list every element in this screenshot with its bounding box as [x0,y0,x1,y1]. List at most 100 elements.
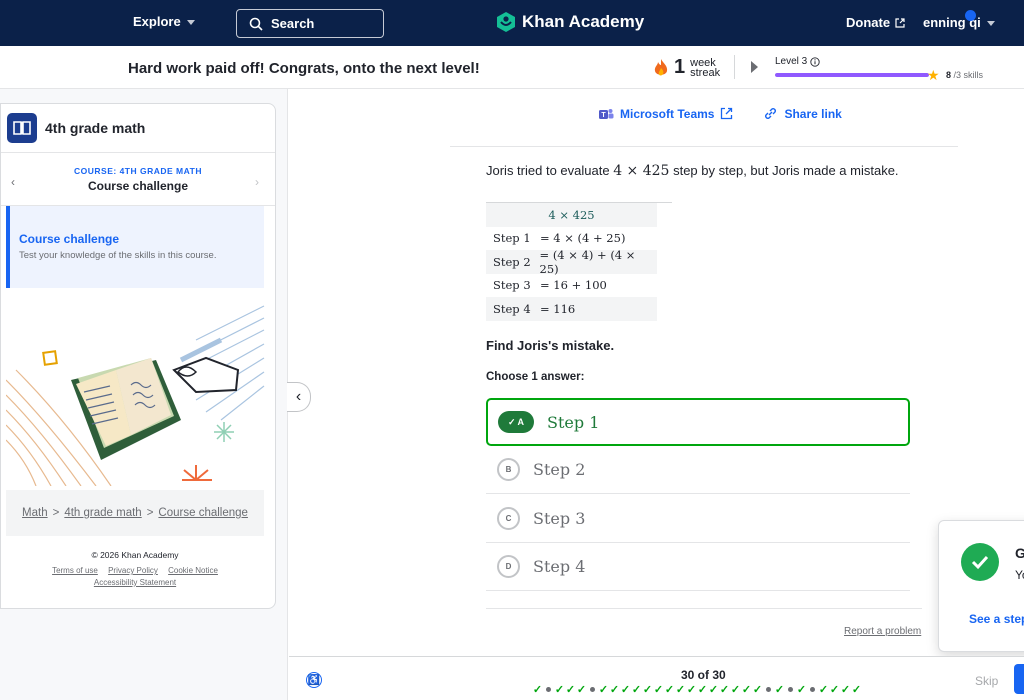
check-circle-icon [961,543,999,581]
chevron-down-icon [986,21,995,26]
progress-check-icon: ✓ [686,683,697,696]
teams-icon: T [599,108,614,119]
khan-academy-logo[interactable]: Khan Academy [496,11,644,33]
step-label: Step 2 [493,254,531,269]
accessibility-icon[interactable]: ♿ [306,672,322,688]
progress-check-icon: ✓ [719,683,730,696]
selected-check-badge: ✓ A [498,411,534,433]
congrats-message: Hard work paid off! Congrats, onto the n… [128,60,480,77]
link-icon [765,108,777,119]
collapse-sidebar-button[interactable]: ‹ [287,382,311,412]
share-link-button[interactable]: Share link [763,106,842,121]
question-intro: Joris tried to evaluate [486,163,610,178]
answer-choice-a[interactable]: ✓ A Step 1 [486,398,910,446]
question-outro: step by step, but Joris made a mistake. [673,163,899,178]
divider [450,146,958,147]
progress-check-icon: ✓ [631,683,642,696]
see-solution-link[interactable]: See a step- [969,612,1024,626]
progress-check-icon: ✓ [741,683,752,696]
progress-dot [588,683,597,695]
user-menu[interactable]: enning qi [923,15,995,30]
level-up-banner: Hard work paid off! Congrats, onto the n… [0,46,1024,89]
progress-check-icon: ✓ [774,683,785,696]
progress-check-icon: ✓ [818,683,829,696]
play-icon[interactable] [751,61,758,73]
progress-check-icon: ✓ [730,683,741,696]
privacy-link[interactable]: Privacy Policy [108,566,158,575]
progress-dot [764,683,773,695]
item-description: Test your knowledge of the skills in thi… [19,250,217,261]
share-teams-button[interactable]: T Microsoft Teams [598,106,733,121]
breadcrumb-challenge[interactable]: Course challenge [158,507,248,519]
answer-choice-c[interactable]: C Step 3 [486,495,910,543]
level-text: Level 3 [775,56,808,67]
toast-subtitle: Yo [1015,568,1024,582]
skills-total: /3 skills [953,70,984,80]
progress-check-icon: ✓ [840,683,851,696]
step-expression: = 116 [540,301,576,316]
choice-text: Step 4 [533,557,586,576]
chevron-right-icon[interactable]: › [255,175,259,189]
divider [486,608,922,609]
choice-letter: D [497,555,520,578]
step-label: Step 4 [493,301,531,316]
progress-check-icon: ✓ [664,683,675,696]
donate-link[interactable]: Donate [846,15,905,30]
breadcrumb-separator: > [52,507,60,519]
sidebar-header: 4th grade math [1,104,275,153]
book-icon [7,113,37,143]
choice-text: Step 1 [547,412,600,432]
step-row: Step 1 = 4 × (4 + 25) [486,227,672,251]
notification-dot [965,10,976,21]
progress-check-icon: ✓ [796,683,807,696]
choose-instruction: Choose 1 answer: [486,371,585,383]
progress-check-icon: ✓ [752,683,763,696]
course-name: Course challenge [87,179,189,193]
cookie-link[interactable]: Cookie Notice [168,566,218,575]
answer-choice-b[interactable]: B Step 2 [486,446,910,494]
toast-title: G [1015,545,1024,561]
external-link-icon [895,17,905,28]
step-expression: = 16 + 100 [540,278,607,293]
choice-text: Step 3 [533,509,586,528]
steps-table: 4 × 425 Step 1 = 4 × (4 + 25) Step 2 = (… [486,202,672,321]
info-icon[interactable] [810,56,820,67]
course-title[interactable]: 4th grade math [45,120,145,136]
search-input[interactable]: Search [236,9,384,38]
breadcrumb-grade[interactable]: 4th grade math [64,507,141,519]
progress-check-icon: ✓ [697,683,708,696]
progress-check-icon: ✓ [532,683,543,696]
streak-widget[interactable]: 1 week streak [653,56,720,79]
course-illustration [6,305,265,486]
level-progress-bar [775,73,929,77]
streak-word: streak [690,66,721,79]
share-link-label: Share link [784,106,842,121]
question-expression: 4 × 425 [613,163,670,179]
skip-button[interactable]: Skip [975,674,998,688]
skills-done: 8 [946,70,952,80]
course-kicker: COURSE: 4TH GRADE MATH [74,166,202,176]
star-icon: ★ [927,67,940,83]
terms-link[interactable]: Terms of use [52,566,98,575]
report-problem-link[interactable]: Report a problem [844,626,921,637]
answer-choice-d[interactable]: D Step 4 [486,543,910,591]
external-link-icon [721,107,733,120]
progress-check-icon: ✓ [554,683,565,696]
teams-label: Microsoft Teams [620,106,715,121]
course-sidebar: 4th grade math ‹ COURSE: 4TH GRADE MATH … [0,103,276,609]
progress-check-icon: ✓ [620,683,631,696]
steps-header: 4 × 425 [486,203,657,227]
choice-letter: A [517,417,525,427]
choice-letter: C [497,507,520,530]
question-prompt: Find Joris's mistake. [486,338,615,353]
exercise-footer: ♿ 30 of 30 ✓ ✓ ✓ ✓ ✓ ✓ ✓ ✓ ✓ ✓ ✓ ✓ ✓ ✓ ✓ ✓ ✓ ✓ ✓ ✓ ✓ ✓ ✓ ✓ ✓ Ski… [289,656,1024,700]
sidebar-item-course-challenge[interactable]: Course challenge Test your knowledge of … [6,206,264,288]
progress-check-icon: ✓ [851,683,862,696]
choice-letter: B [497,458,520,481]
next-button[interactable] [1014,664,1024,694]
search-icon [249,17,263,31]
accessibility-link[interactable]: Accessibility Statement [94,578,176,587]
breadcrumb-math[interactable]: Math [22,507,48,519]
explore-menu[interactable]: Explore [133,14,195,29]
divider [734,55,735,79]
